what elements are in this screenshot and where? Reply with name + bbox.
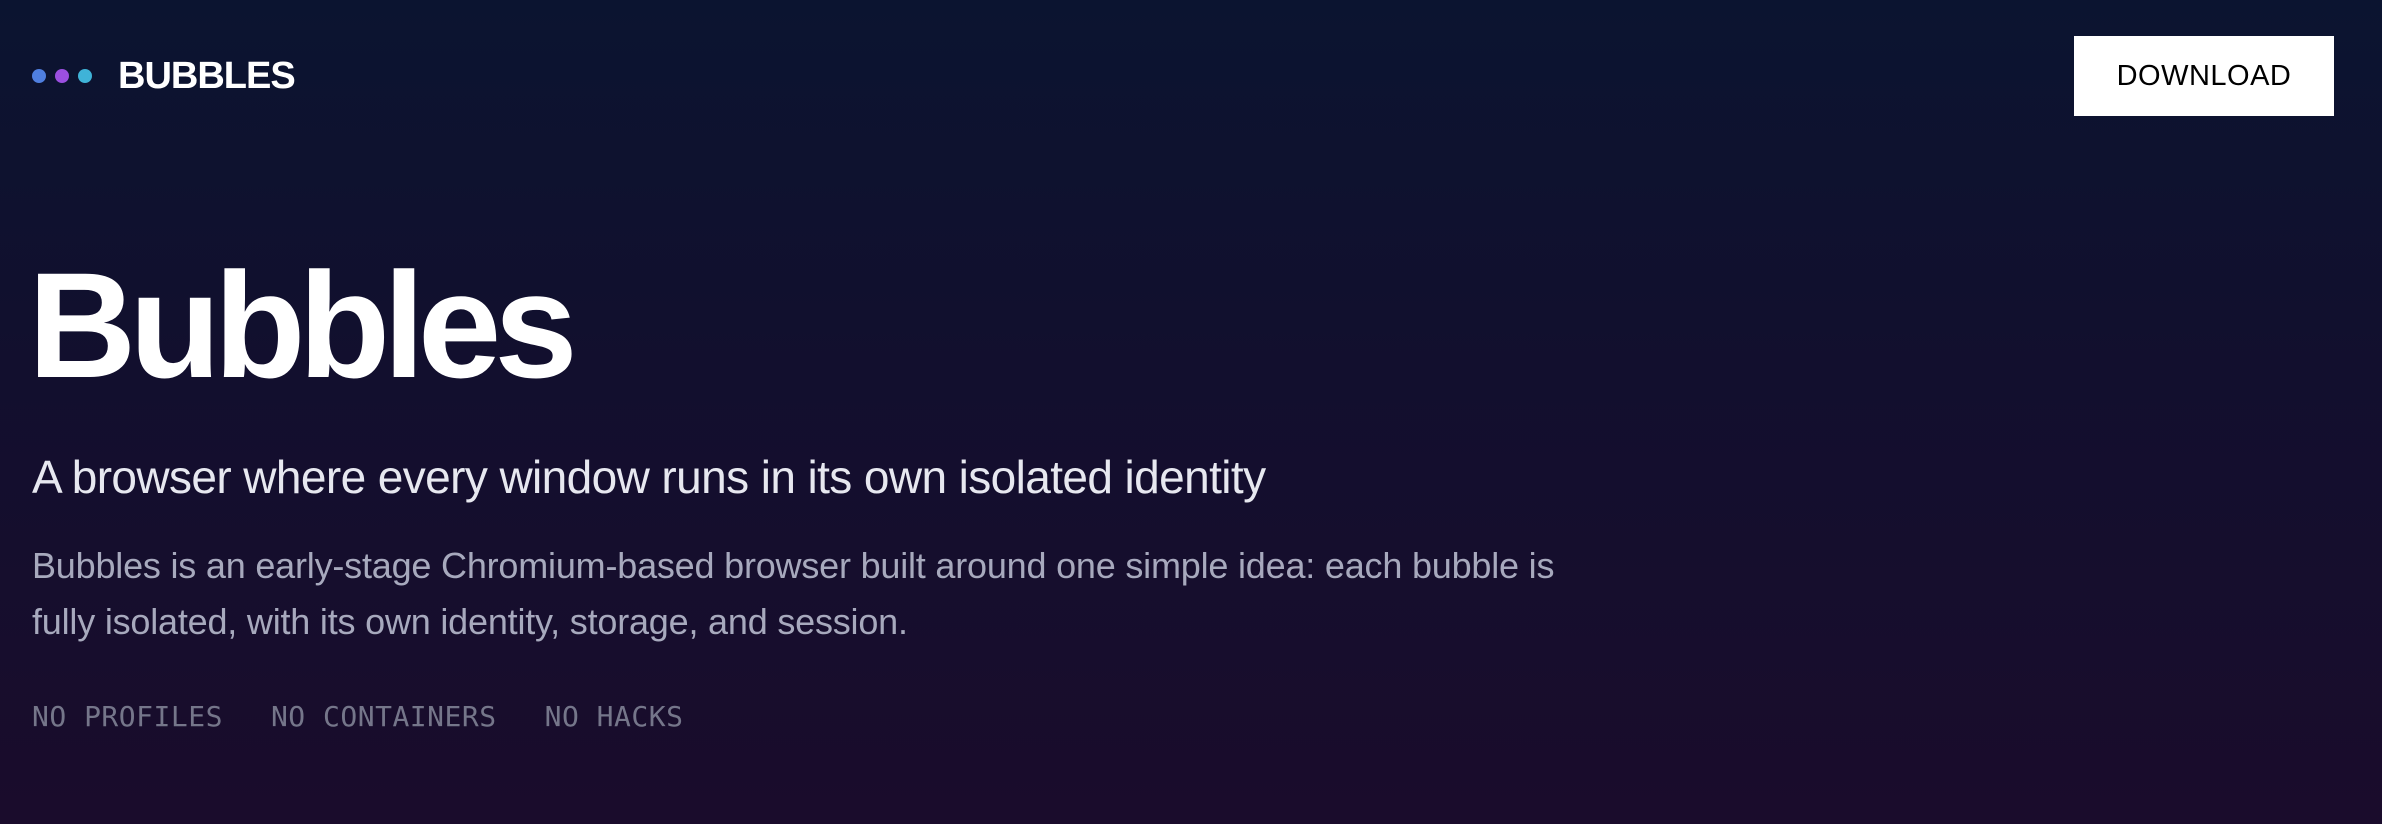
brand-dots-icon <box>32 69 92 83</box>
brand-name: BUBBLES <box>118 54 296 97</box>
landing-page: BUBBLES DOWNLOAD Bubbles A browser where… <box>0 0 2382 824</box>
brand-logo[interactable]: BUBBLES <box>32 54 296 98</box>
cyan-dot-icon <box>78 69 92 83</box>
blue-dot-icon <box>32 69 46 83</box>
hero-description: Bubbles is an early-stage Chromium-based… <box>32 545 1555 642</box>
download-button[interactable]: DOWNLOAD <box>2074 36 2334 116</box>
tag-no-hacks: NO HACKS <box>544 700 684 733</box>
tag-no-profiles: NO PROFILES <box>32 700 223 733</box>
hero-subtitle: A browser where every window runs in its… <box>32 451 1266 503</box>
feature-tags: NO PROFILES NO CONTAINERS NO HACKS <box>32 700 683 733</box>
tag-no-containers: NO CONTAINERS <box>270 700 497 733</box>
page-title: Bubbles <box>28 241 578 409</box>
purple-dot-icon <box>55 69 69 83</box>
site-header: BUBBLES DOWNLOAD <box>32 36 2334 116</box>
